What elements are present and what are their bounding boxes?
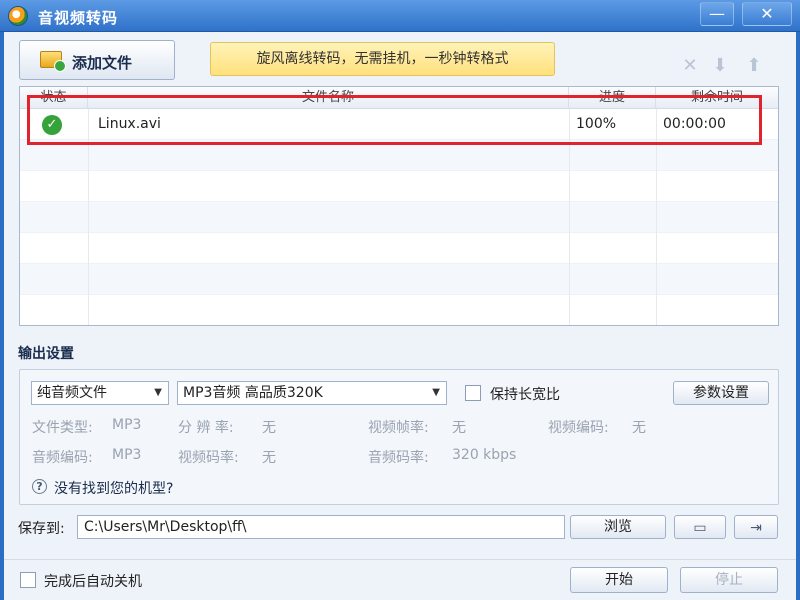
chevron-down-icon: ▼ xyxy=(154,387,162,398)
column-status[interactable]: 状态 xyxy=(20,87,88,109)
chevron-down-icon: ▼ xyxy=(432,387,440,398)
frame-rate-label: 视频帧率: xyxy=(368,420,429,436)
audio-codec-label: 音频编码: xyxy=(32,450,93,466)
frame-rate-value: 无 xyxy=(452,420,466,436)
auto-shutdown-checkbox[interactable] xyxy=(20,572,36,588)
table-row[interactable]: ✓ Linux.avi 100% 00:00:00 xyxy=(20,109,778,140)
save-path-input[interactable]: C:\Users\Mr\Desktop\ff\ xyxy=(77,515,565,539)
empty-row xyxy=(20,171,778,202)
file-remaining: 00:00:00 xyxy=(663,116,726,132)
stop-button[interactable]: 停止 xyxy=(680,567,778,593)
footer-divider xyxy=(4,559,796,560)
empty-row xyxy=(20,233,778,264)
column-divider xyxy=(88,109,89,325)
help-icon[interactable]: ? xyxy=(32,479,47,494)
open-folder-button[interactable]: ▭ xyxy=(674,515,726,539)
keep-ratio-checkbox[interactable] xyxy=(465,385,481,401)
empty-row xyxy=(20,295,778,325)
minimize-button[interactable]: — xyxy=(700,2,734,26)
window-title: 音视频转码 xyxy=(38,9,119,27)
start-button[interactable]: 开始 xyxy=(570,567,668,593)
close-button[interactable]: ✕ xyxy=(742,2,792,26)
params-settings-button[interactable]: 参数设置 xyxy=(673,381,769,405)
keep-ratio-label: 保持长宽比 xyxy=(490,387,560,403)
video-codec-label: 视频编码: xyxy=(548,420,609,436)
move-up-icon[interactable]: ⬆ xyxy=(744,56,764,76)
export-button[interactable]: ⇥ xyxy=(734,515,778,539)
window-client: 添加文件 旋风离线转码，无需挂机，一秒钟转格式 ✕ ⬇ ⬆ 状态 文件名称 进度… xyxy=(4,32,796,600)
resolution-value: 无 xyxy=(262,420,276,436)
open-folder-icon: ▭ xyxy=(693,520,707,536)
output-settings-title: 输出设置 xyxy=(18,346,74,362)
move-down-icon[interactable]: ⬇ xyxy=(710,56,730,76)
add-file-button[interactable]: 添加文件 xyxy=(19,40,175,80)
empty-row xyxy=(20,264,778,295)
promo-banner[interactable]: 旋风离线转码，无需挂机，一秒钟转格式 xyxy=(210,42,555,76)
remove-icon[interactable]: ✕ xyxy=(680,56,700,76)
audio-bitrate-label: 音频码率: xyxy=(368,450,429,466)
audio-bitrate-value: 320 kbps xyxy=(452,447,517,463)
file-list: 状态 文件名称 进度 剩余时间 ✓ Linux.avi 100% 00:00:0… xyxy=(19,86,779,326)
empty-row xyxy=(20,202,778,233)
preset-value: MP3音频 高品质320K xyxy=(183,385,323,401)
video-codec-value: 无 xyxy=(632,420,646,436)
preset-select[interactable]: MP3音频 高品质320K ▼ xyxy=(177,381,447,405)
export-icon: ⇥ xyxy=(750,520,762,536)
video-bitrate-value: 无 xyxy=(262,450,276,466)
file-type-value: MP3 xyxy=(112,417,142,433)
audio-codec-value: MP3 xyxy=(112,447,142,463)
check-icon: ✓ xyxy=(42,115,62,135)
output-settings-panel: 纯音频文件 ▼ MP3音频 高品质320K ▼ 保持长宽比 参数设置 文件类型:… xyxy=(19,369,779,505)
format-type-select[interactable]: 纯音频文件 ▼ xyxy=(31,381,169,405)
column-divider xyxy=(656,109,657,325)
browse-button[interactable]: 浏览 xyxy=(570,515,666,539)
empty-row xyxy=(20,140,778,171)
file-type-label: 文件类型: xyxy=(32,420,93,436)
video-bitrate-label: 视频码率: xyxy=(178,450,239,466)
column-divider xyxy=(569,109,570,325)
column-progress[interactable]: 进度 xyxy=(569,87,656,109)
file-progress: 100% xyxy=(576,116,617,132)
column-filename[interactable]: 文件名称 xyxy=(88,87,569,109)
format-type-value: 纯音频文件 xyxy=(37,385,107,401)
add-file-label: 添加文件 xyxy=(72,54,133,72)
save-to-label: 保存到: xyxy=(18,521,65,537)
file-list-header: 状态 文件名称 进度 剩余时间 xyxy=(20,87,778,109)
title-bar: 音视频转码 — ✕ xyxy=(0,0,800,32)
device-not-found-link[interactable]: 没有找到您的机型? xyxy=(54,478,173,498)
auto-shutdown-label: 完成后自动关机 xyxy=(44,574,142,590)
column-remaining[interactable]: 剩余时间 xyxy=(656,87,778,109)
add-folder-icon xyxy=(40,51,66,72)
app-logo-icon xyxy=(8,6,28,26)
file-name: Linux.avi xyxy=(98,116,161,132)
resolution-label: 分 辨 率: xyxy=(178,420,234,436)
